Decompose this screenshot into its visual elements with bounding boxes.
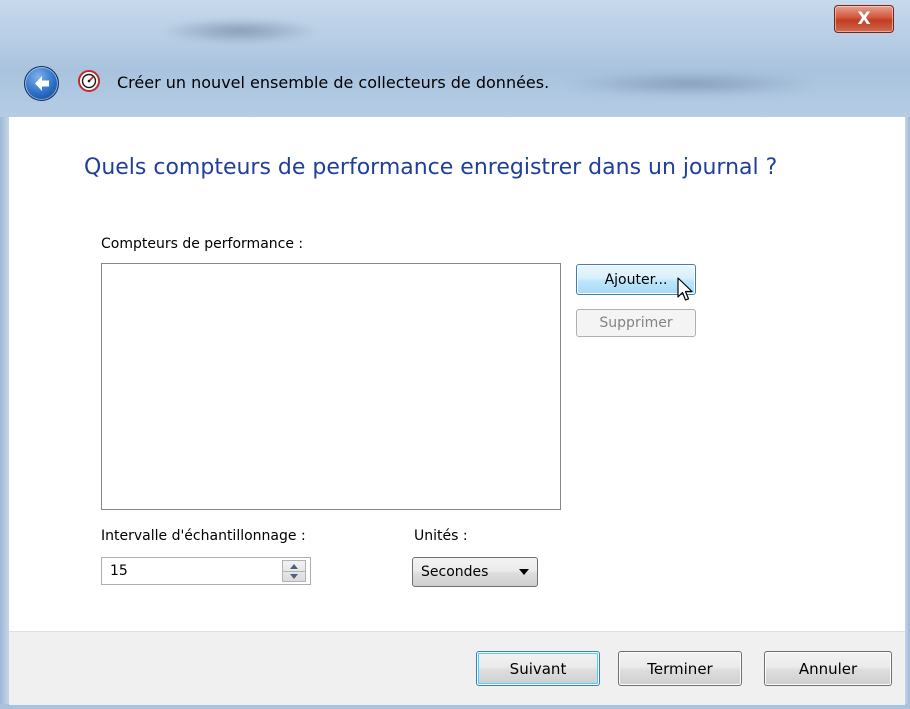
- back-button[interactable]: [24, 66, 59, 101]
- sampling-interval-field[interactable]: [102, 558, 280, 584]
- spin-down-button[interactable]: [283, 571, 305, 581]
- cancel-button[interactable]: Annuler: [764, 651, 892, 686]
- counters-listbox[interactable]: [101, 263, 561, 510]
- finish-button[interactable]: Terminer: [618, 651, 742, 686]
- page-heading: Quels compteurs de performance enregistr…: [84, 155, 778, 180]
- wizard-icon: [78, 70, 100, 92]
- back-arrow-icon: [35, 76, 49, 91]
- spin-down-icon: [290, 573, 298, 579]
- window-frame-left: [0, 117, 9, 709]
- remove-counter-button[interactable]: Supprimer: [576, 309, 696, 337]
- next-button[interactable]: Suivant: [476, 651, 600, 686]
- mouse-cursor-icon: [677, 277, 693, 301]
- window-titlebar: [0, 0, 910, 117]
- dropdown-arrow-icon: [519, 569, 529, 575]
- sampling-interval-label: Intervalle d'échantillonnage :: [101, 528, 306, 544]
- units-dropdown[interactable]: Secondes: [412, 557, 538, 587]
- window-frame-right: [905, 117, 910, 709]
- close-button[interactable]: X: [834, 5, 894, 33]
- units-label: Unités :: [414, 528, 468, 544]
- spin-up-icon: [290, 563, 298, 569]
- units-selected-value: Secondes: [421, 564, 489, 580]
- spinner-buttons[interactable]: [282, 560, 306, 582]
- window-title: Créer un nouvel ensemble de collecteurs …: [117, 73, 550, 92]
- counters-label: Compteurs de performance :: [101, 236, 304, 252]
- sampling-interval-stepper[interactable]: [101, 557, 311, 585]
- blurred-background-window: [160, 18, 320, 44]
- close-icon: X: [857, 9, 871, 29]
- blurred-background-text: [560, 72, 820, 96]
